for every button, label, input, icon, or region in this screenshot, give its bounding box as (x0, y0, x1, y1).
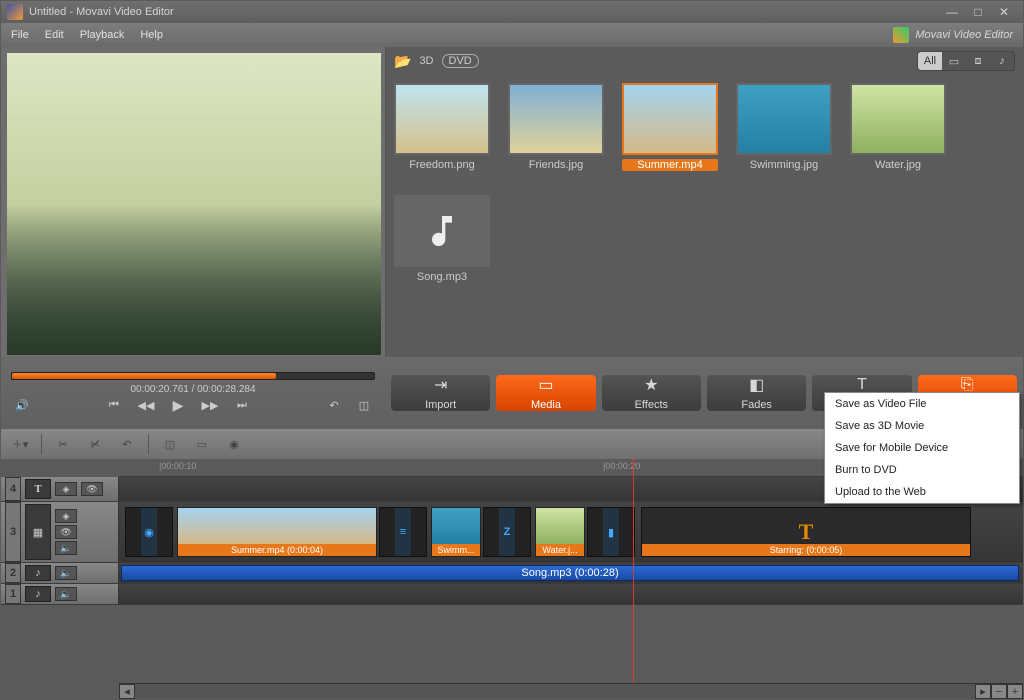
track-1: 1♪🔈 (1, 584, 1023, 605)
transition-2[interactable]: ≡ (379, 507, 427, 557)
cut-button[interactable]: ✂ (52, 434, 74, 454)
clip-summer[interactable]: Summer.mp4 (0:00:04) (177, 507, 377, 557)
filter-image-icon[interactable]: ⧈ (966, 52, 990, 70)
menu-edit[interactable]: Edit (45, 29, 64, 41)
next-button[interactable]: ⏭ (231, 399, 253, 412)
transition-1[interactable]: ◉ (125, 507, 173, 557)
playback-progress[interactable] (11, 372, 375, 380)
bin-item-summer[interactable]: Summer.mp4 (622, 83, 718, 171)
audio-track-1-icon: ♪ (25, 586, 51, 602)
revert-button[interactable]: ↶ (116, 434, 138, 454)
clip-water[interactable]: Water.j... (535, 507, 585, 557)
filter-video-icon[interactable]: ▭ (942, 52, 966, 70)
tab-media[interactable]: ▭Media (496, 375, 595, 411)
bin-item-freedom[interactable]: Freedom.png (394, 83, 490, 171)
trim-left-button[interactable]: ◫ (159, 434, 181, 454)
media-bin: 📂 3D DVD All ▭ ⧈ ♪ Freedom.png Friends.j… (385, 47, 1023, 357)
transition-4[interactable]: ▮ (587, 507, 635, 557)
bin-item-water[interactable]: Water.jpg (850, 83, 946, 171)
folder-open-icon[interactable]: 📂 (394, 53, 411, 70)
preview-screen[interactable] (7, 53, 381, 355)
split-button[interactable]: ✂̸ (84, 434, 106, 454)
scroll-left-button[interactable]: ◂ (119, 684, 135, 699)
toolbar-3d[interactable]: 3D (419, 55, 433, 67)
bin-filter: All ▭ ⧈ ♪ (917, 51, 1015, 71)
play-button[interactable]: ▶ (167, 397, 189, 414)
transition-3[interactable]: Z (483, 507, 531, 557)
zoom-in-button[interactable]: + (1007, 684, 1023, 699)
track-3-audio-toggle[interactable]: 🔈 (55, 541, 77, 555)
track-3-fx-toggle[interactable]: ◈ (55, 509, 77, 523)
media-icon: ▭ (538, 375, 553, 395)
menubar: File Edit Playback Help Movavi Video Edi… (1, 23, 1023, 47)
close-button[interactable]: ✕ (991, 5, 1017, 19)
tab-import[interactable]: ⇥Import (391, 375, 490, 411)
fades-icon: ◧ (749, 375, 764, 395)
clip-title[interactable]: T Starring: (0:00:05) (641, 507, 971, 557)
app-icon (7, 4, 23, 20)
playhead[interactable] (633, 459, 634, 699)
track-3-visible-toggle[interactable]: 👁 (55, 525, 77, 539)
bin-item-friends[interactable]: Friends.jpg (508, 83, 604, 171)
track-4-visible-toggle[interactable]: 👁 (81, 482, 103, 496)
undo-button[interactable]: ↶ (323, 399, 345, 412)
zoom-out-button[interactable]: − (991, 684, 1007, 699)
preview-image (7, 53, 381, 355)
step-back-button[interactable]: ◀◀ (135, 399, 157, 412)
track-1-audio-toggle[interactable]: 🔈 (55, 587, 77, 601)
menu-help[interactable]: Help (140, 29, 163, 41)
crop-button[interactable]: ◫ (353, 399, 375, 412)
menu-file[interactable]: File (11, 29, 29, 41)
brand-icon (893, 27, 909, 43)
track-3: 3▦◈👁🔈 ◉ Summer.mp4 (0:00:04) ≡ Swimm... … (1, 502, 1023, 563)
import-icon: ⇥ (434, 375, 447, 395)
window-title: Untitled - Movavi Video Editor (29, 6, 939, 18)
preview-panel (1, 47, 385, 357)
minimize-button[interactable]: — (939, 5, 965, 19)
step-fwd-button[interactable]: ▶▶ (199, 399, 221, 412)
effects-icon: ★ (644, 375, 658, 395)
toolbar-dvd[interactable]: DVD (442, 54, 479, 68)
record-button[interactable]: ◉ (223, 434, 245, 454)
tab-effects[interactable]: ★Effects (602, 375, 701, 411)
audio-track-2-icon: ♪ (25, 565, 51, 581)
menu-save-3d-movie[interactable]: Save as 3D Movie (825, 415, 1019, 437)
menu-save-mobile[interactable]: Save for Mobile Device (825, 437, 1019, 459)
filter-audio-icon[interactable]: ♪ (990, 52, 1014, 70)
menu-save-video-file[interactable]: Save as Video File (825, 393, 1019, 415)
volume-icon[interactable]: 🔊 (11, 399, 33, 412)
brand-label: Movavi Video Editor (893, 27, 1013, 43)
add-track-button[interactable]: ＋▾ (9, 434, 31, 454)
scroll-right-button[interactable]: ▸ (975, 684, 991, 699)
prev-button[interactable]: ⏮ (103, 399, 125, 412)
titlebar: Untitled - Movavi Video Editor — □ ✕ (1, 1, 1023, 23)
menu-upload-web[interactable]: Upload to the Web (825, 481, 1019, 503)
timeline-scrollbar[interactable]: ◂ ▸ − + (119, 683, 1023, 699)
trim-right-button[interactable]: ▭ (191, 434, 213, 454)
track-4-fx-toggle[interactable]: ◈ (55, 482, 77, 496)
track-2: 2♪🔈 Song.mp3 (0:00:28) (1, 563, 1023, 584)
filter-all[interactable]: All (918, 52, 942, 70)
bin-item-swimming[interactable]: Swimming.jpg (736, 83, 832, 171)
maximize-button[interactable]: □ (965, 5, 991, 19)
menu-burn-dvd[interactable]: Burn to DVD (825, 459, 1019, 481)
save-movie-menu: Save as Video File Save as 3D Movie Save… (824, 392, 1020, 504)
bin-item-song[interactable]: Song.mp3 (394, 195, 490, 283)
menu-playback[interactable]: Playback (80, 29, 125, 41)
time-display: 00:00:20.761 / 00:00:28.284 (11, 384, 375, 395)
clip-swimming[interactable]: Swimm... (431, 507, 481, 557)
title-track-icon: T (25, 479, 51, 499)
video-track-icon: ▦ (25, 504, 51, 560)
clip-song[interactable]: Song.mp3 (0:00:28) (121, 565, 1019, 581)
tab-fades[interactable]: ◧Fades (707, 375, 806, 411)
track-2-audio-toggle[interactable]: 🔈 (55, 566, 77, 580)
